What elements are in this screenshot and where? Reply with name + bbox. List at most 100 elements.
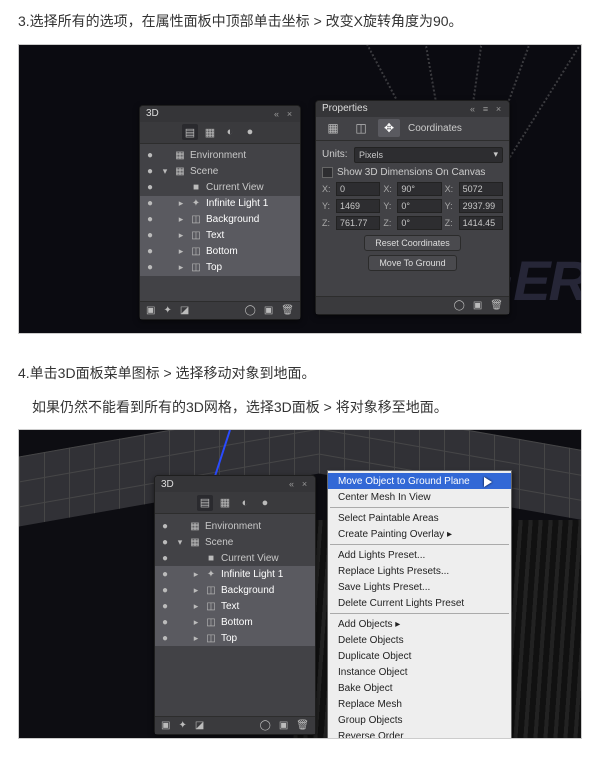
visibility-icon[interactable]: ● bbox=[159, 537, 171, 548]
scale-z-field[interactable]: 1414.45 bbox=[459, 216, 503, 230]
menu-item[interactable]: Save Lights Preset... bbox=[328, 579, 511, 595]
filter-mesh-icon[interactable]: ▦ bbox=[217, 495, 233, 511]
visibility-icon[interactable]: ● bbox=[159, 617, 171, 628]
menu-item[interactable]: Duplicate Object bbox=[328, 648, 511, 664]
rot-x-field[interactable]: 90° bbox=[397, 182, 441, 196]
menu-item[interactable]: Bake Object bbox=[328, 680, 511, 696]
twist-icon[interactable]: ▸ bbox=[176, 230, 186, 241]
menu-item[interactable]: Select Paintable Areas bbox=[328, 510, 511, 526]
visibility-icon[interactable]: ● bbox=[159, 521, 171, 532]
footer-icon[interactable]: ✦ bbox=[163, 305, 171, 316]
twist-icon[interactable]: ▸ bbox=[176, 246, 186, 257]
menu-item[interactable]: Reverse Order bbox=[328, 728, 511, 739]
scene-row-background[interactable]: ●▸◫Background bbox=[155, 582, 315, 598]
visibility-icon[interactable]: ● bbox=[144, 150, 156, 161]
menu-item[interactable]: Instance Object bbox=[328, 664, 511, 680]
3d-panel-titlebar[interactable]: 3D « × bbox=[155, 476, 315, 492]
scale-y-field[interactable]: 2937.99 bbox=[459, 199, 503, 213]
pos-y-field[interactable]: 1469 bbox=[336, 199, 380, 213]
twist-icon[interactable]: ▸ bbox=[191, 601, 201, 612]
menu-item[interactable]: Delete Objects bbox=[328, 632, 511, 648]
footer-icon[interactable]: ▣ bbox=[161, 720, 170, 731]
footer-icon[interactable]: ✦ bbox=[178, 720, 186, 731]
menu-item[interactable]: Create Painting Overlay ▸ bbox=[328, 526, 511, 542]
footer-icon[interactable]: ◪ bbox=[195, 720, 204, 731]
filter-light-icon[interactable]: ● bbox=[242, 124, 258, 140]
visibility-icon[interactable]: ● bbox=[159, 601, 171, 612]
visibility-icon[interactable]: ● bbox=[144, 198, 156, 209]
visibility-icon[interactable]: ● bbox=[159, 569, 171, 580]
visibility-icon[interactable]: ● bbox=[144, 182, 156, 193]
scale-x-field[interactable]: 5072 bbox=[459, 182, 503, 196]
visibility-icon[interactable]: ● bbox=[144, 230, 156, 241]
footer-icon[interactable]: ◪ bbox=[180, 305, 189, 316]
showdim-checkbox[interactable] bbox=[322, 167, 333, 178]
filter-scene-icon[interactable]: ▤ bbox=[197, 495, 213, 511]
tab-deform-icon[interactable]: ◫ bbox=[350, 119, 372, 137]
menu-item[interactable]: Replace Mesh bbox=[328, 696, 511, 712]
collapse-icon[interactable]: « bbox=[287, 480, 296, 489]
visibility-icon[interactable]: ● bbox=[144, 214, 156, 225]
reset-coordinates-button[interactable]: Reset Coordinates bbox=[364, 235, 461, 251]
pos-x-field[interactable]: 0 bbox=[336, 182, 380, 196]
scene-row-infinite-light-1[interactable]: ●▸✦Infinite Light 1 bbox=[140, 196, 300, 212]
scene-row-current-view[interactable]: ●■Current View bbox=[155, 550, 315, 566]
twist-icon[interactable]: ▸ bbox=[176, 198, 186, 209]
close-icon[interactable]: × bbox=[494, 104, 503, 113]
scene-row-infinite-light-1[interactable]: ●▸✦Infinite Light 1 bbox=[155, 566, 315, 582]
rot-y-field[interactable]: 0° bbox=[397, 199, 441, 213]
twist-icon[interactable]: ▾ bbox=[175, 537, 185, 548]
scene-row-current-view[interactable]: ●■Current View bbox=[140, 180, 300, 196]
3d-panel-titlebar[interactable]: 3D « × bbox=[140, 106, 300, 122]
twist-icon[interactable]: ▸ bbox=[191, 617, 201, 628]
footer-icon[interactable]: ▣ bbox=[146, 305, 155, 316]
new-icon[interactable]: ▣ bbox=[473, 300, 482, 311]
visibility-icon[interactable]: ● bbox=[144, 166, 156, 177]
filter-mesh-icon[interactable]: ▦ bbox=[202, 124, 218, 140]
visibility-icon[interactable]: ● bbox=[144, 246, 156, 257]
filter-light-icon[interactable]: ● bbox=[257, 495, 273, 511]
render-icon[interactable]: ◯ bbox=[245, 305, 256, 316]
filter-material-icon[interactable]: ◐ bbox=[237, 495, 253, 511]
new-icon[interactable]: ▣ bbox=[279, 720, 288, 731]
trash-icon[interactable]: 🗑 bbox=[281, 305, 294, 316]
units-select[interactable]: Pixels▾ bbox=[354, 147, 503, 163]
scene-row-text[interactable]: ●▸◫Text bbox=[155, 598, 315, 614]
scene-row-scene[interactable]: ●▾▦Scene bbox=[140, 164, 300, 180]
scene-row-top[interactable]: ●▸◫Top bbox=[155, 630, 315, 646]
menu-item[interactable]: Add Lights Preset... bbox=[328, 547, 511, 563]
move-to-ground-button[interactable]: Move To Ground bbox=[368, 255, 456, 271]
close-icon[interactable]: × bbox=[300, 480, 309, 489]
new-icon[interactable]: ▣ bbox=[264, 305, 273, 316]
collapse-icon[interactable]: « bbox=[468, 104, 477, 113]
scene-row-text[interactable]: ●▸◫Text bbox=[140, 228, 300, 244]
menu-item[interactable]: Group Objects bbox=[328, 712, 511, 728]
menu-icon[interactable]: ≡ bbox=[481, 104, 490, 113]
scene-row-environment[interactable]: ●▦Environment bbox=[140, 148, 300, 164]
render-icon[interactable]: ◯ bbox=[260, 720, 271, 731]
tab-coordinates-icon[interactable]: ✥ bbox=[378, 119, 400, 137]
properties-titlebar[interactable]: Properties « ≡ × bbox=[316, 101, 509, 117]
menu-item[interactable]: Delete Current Lights Preset bbox=[328, 595, 511, 611]
tab-mesh-icon[interactable]: ▦ bbox=[322, 119, 344, 137]
twist-icon[interactable]: ▸ bbox=[176, 262, 186, 273]
filter-scene-icon[interactable]: ▤ bbox=[182, 124, 198, 140]
twist-icon[interactable]: ▸ bbox=[191, 585, 201, 596]
scene-row-bottom[interactable]: ●▸◫Bottom bbox=[140, 244, 300, 260]
scene-row-background[interactable]: ●▸◫Background bbox=[140, 212, 300, 228]
visibility-icon[interactable]: ● bbox=[159, 553, 171, 564]
pos-z-field[interactable]: 761.77 bbox=[336, 216, 380, 230]
scene-row-bottom[interactable]: ●▸◫Bottom bbox=[155, 614, 315, 630]
scene-row-environment[interactable]: ●▦Environment bbox=[155, 518, 315, 534]
twist-icon[interactable]: ▾ bbox=[160, 166, 170, 177]
twist-icon[interactable]: ▸ bbox=[191, 633, 201, 644]
scene-row-top[interactable]: ●▸◫Top bbox=[140, 260, 300, 276]
scene-row-scene[interactable]: ●▾▦Scene bbox=[155, 534, 315, 550]
visibility-icon[interactable]: ● bbox=[144, 262, 156, 273]
close-icon[interactable]: × bbox=[285, 109, 294, 118]
collapse-icon[interactable]: « bbox=[272, 109, 281, 118]
trash-icon[interactable]: 🗑 bbox=[296, 720, 309, 731]
render-icon[interactable]: ◯ bbox=[454, 300, 465, 311]
filter-material-icon[interactable]: ◐ bbox=[222, 124, 238, 140]
menu-item[interactable]: Add Objects ▸ bbox=[328, 616, 511, 632]
